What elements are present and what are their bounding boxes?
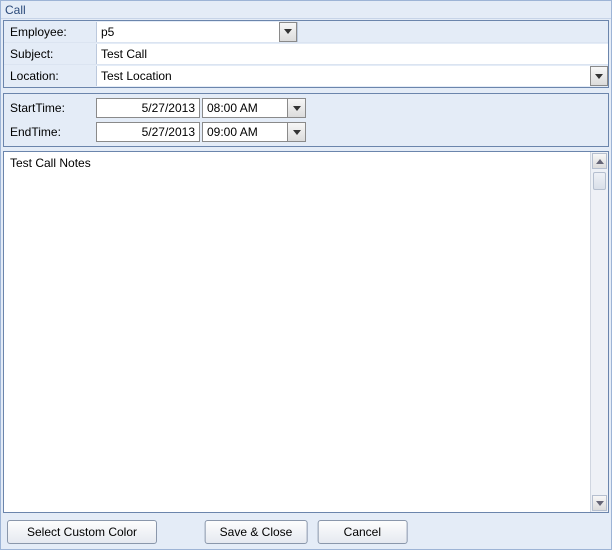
location-row: Location: [4,65,608,87]
employee-combo [97,22,297,42]
select-custom-color-button[interactable]: Select Custom Color [7,520,157,544]
location-dropdown-button[interactable] [590,66,608,86]
location-field [96,66,608,86]
end-time-input[interactable] [202,122,288,142]
location-combo [97,66,608,86]
employee-spacer [297,22,608,42]
chevron-down-icon [596,501,604,506]
chevron-down-icon [293,106,301,111]
subject-field [96,44,608,64]
notes-scrollbar[interactable] [590,152,608,512]
employee-field [96,22,608,42]
start-date-input[interactable] [96,98,200,118]
employee-row: Employee: [4,21,608,43]
employee-label: Employee: [4,22,96,42]
datetime-form: StartTime: EndTime: [3,93,609,147]
chevron-down-icon [293,130,301,135]
notes-textarea[interactable] [4,152,590,512]
save-close-button[interactable]: Save & Close [205,520,308,544]
endtime-label: EndTime: [4,122,96,142]
end-time-dropdown-button[interactable] [288,122,306,142]
center-buttons: Save & Close Cancel [205,520,408,544]
endtime-row: EndTime: [4,120,608,144]
subject-input[interactable] [97,44,608,64]
start-time-input[interactable] [202,98,288,118]
scroll-down-button[interactable] [592,495,607,511]
location-label: Location: [4,66,96,86]
scroll-up-button[interactable] [592,153,607,169]
subject-label: Subject: [4,44,96,64]
subject-row: Subject: [4,43,608,65]
employee-input[interactable] [97,22,279,42]
starttime-label: StartTime: [4,98,96,118]
window-title: Call [1,1,611,19]
starttime-row: StartTime: [4,96,608,120]
chevron-down-icon [595,74,603,79]
cancel-button[interactable]: Cancel [317,520,407,544]
chevron-up-icon [596,159,604,164]
start-time-combo [202,98,306,118]
location-input[interactable] [97,66,590,86]
end-date-input[interactable] [96,122,200,142]
start-time-dropdown-button[interactable] [288,98,306,118]
end-time-combo [202,122,306,142]
chevron-down-icon [284,29,292,34]
employee-dropdown-button[interactable] [279,22,297,42]
header-form: Employee: Subject: Location: [3,20,609,88]
call-dialog: Call Employee: Subject: Location: [0,0,612,550]
notes-area [3,151,609,513]
scroll-thumb[interactable] [593,172,606,190]
bottom-bar: Select Custom Color Save & Close Cancel [1,515,611,549]
